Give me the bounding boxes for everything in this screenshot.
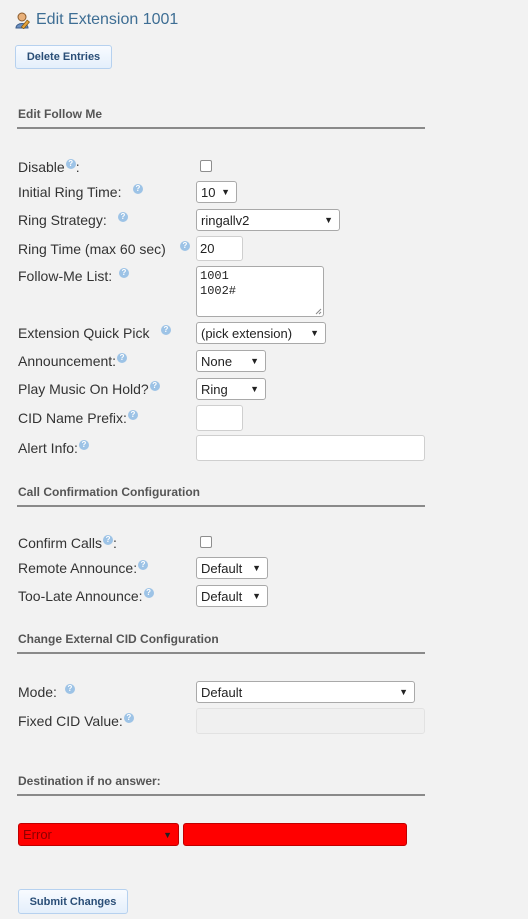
remote-announce-label: Remote Announce:? xyxy=(18,560,149,576)
delete-entries-button[interactable]: Delete Entries xyxy=(15,45,112,69)
too-late-announce-label: Too-Late Announce:? xyxy=(18,588,154,604)
page-title: Edit Extension 1001 xyxy=(36,11,179,28)
help-icon[interactable]: ? xyxy=(119,268,129,278)
help-icon[interactable]: ? xyxy=(161,325,171,335)
initial-ring-time-label: Initial Ring Time: xyxy=(18,184,122,200)
help-icon[interactable]: ? xyxy=(149,381,160,391)
dropdown-arrow-icon: ▼ xyxy=(221,187,230,197)
help-icon[interactable]: ? xyxy=(123,713,134,723)
fixed-cid-value-input[interactable] xyxy=(196,708,425,734)
fixed-cid-value-label: Fixed CID Value:? xyxy=(18,713,134,729)
help-icon[interactable]: ? xyxy=(65,159,76,169)
ring-strategy-select[interactable]: ringallv2 ▼ xyxy=(196,209,340,231)
section-divider xyxy=(17,505,425,507)
section-title-call-confirmation: Call Confirmation Configuration xyxy=(18,485,200,499)
submit-changes-button[interactable]: Submit Changes xyxy=(18,889,128,914)
section-divider xyxy=(17,794,425,796)
section-divider xyxy=(17,127,425,129)
help-icon[interactable]: ? xyxy=(138,560,149,570)
help-icon[interactable]: ? xyxy=(103,535,114,545)
follow-me-list-textarea[interactable]: 1001 1002# xyxy=(196,266,324,317)
dropdown-arrow-icon: ▼ xyxy=(399,687,408,697)
ring-time-label: Ring Time (max 60 sec) xyxy=(18,241,166,257)
music-on-hold-select[interactable]: Ring ▼ xyxy=(196,378,266,400)
alert-info-input[interactable] xyxy=(196,435,425,461)
dropdown-arrow-icon: ▼ xyxy=(310,328,319,338)
extension-quick-pick-select[interactable]: (pick extension) ▼ xyxy=(196,322,326,344)
disable-label: Disable?: xyxy=(18,159,80,175)
extension-quick-pick-label: Extension Quick Pick xyxy=(18,325,150,341)
help-icon[interactable]: ? xyxy=(133,184,143,194)
dropdown-arrow-icon: ▼ xyxy=(250,384,259,394)
help-icon[interactable]: ? xyxy=(127,410,138,420)
alert-info-label: Alert Info:? xyxy=(18,440,89,456)
too-late-announce-select[interactable]: Default ▼ xyxy=(196,585,268,607)
dropdown-arrow-icon: ▼ xyxy=(324,215,333,225)
section-title-destination: Destination if no answer: xyxy=(18,774,161,788)
help-icon[interactable]: ? xyxy=(78,440,89,450)
destination-type-select[interactable]: Error ▼ xyxy=(18,823,179,846)
cid-name-prefix-input[interactable] xyxy=(196,405,243,431)
confirm-calls-label: Confirm Calls?: xyxy=(18,535,117,551)
help-icon[interactable]: ? xyxy=(117,353,128,363)
music-on-hold-label: Play Music On Hold?? xyxy=(18,381,160,397)
dropdown-arrow-icon: ▼ xyxy=(252,591,261,601)
dropdown-arrow-icon: ▼ xyxy=(163,829,172,840)
mode-label: Mode: xyxy=(18,684,57,700)
announcement-label: Announcement:? xyxy=(18,353,128,369)
section-divider xyxy=(17,652,425,654)
follow-me-list-label: Follow-Me List: xyxy=(18,268,113,284)
ring-time-input[interactable]: 20 xyxy=(196,236,243,261)
user-edit-icon xyxy=(15,12,30,29)
initial-ring-time-select[interactable]: 10 ▼ xyxy=(196,181,237,203)
ring-strategy-label: Ring Strategy: xyxy=(18,212,107,228)
mode-select[interactable]: Default ▼ xyxy=(196,681,415,703)
dropdown-arrow-icon: ▼ xyxy=(252,563,261,573)
dropdown-arrow-icon: ▼ xyxy=(250,356,259,366)
confirm-calls-checkbox[interactable] xyxy=(200,536,212,548)
section-title-external-cid: Change External CID Configuration xyxy=(18,632,219,646)
disable-checkbox[interactable] xyxy=(200,160,212,172)
remote-announce-select[interactable]: Default ▼ xyxy=(196,557,268,579)
destination-value-select[interactable] xyxy=(183,823,407,846)
section-title-follow-me: Edit Follow Me xyxy=(18,107,102,121)
announcement-select[interactable]: None ▼ xyxy=(196,350,266,372)
resize-handle-icon[interactable] xyxy=(315,308,322,315)
help-icon[interactable]: ? xyxy=(180,241,190,251)
help-icon[interactable]: ? xyxy=(65,684,75,694)
help-icon[interactable]: ? xyxy=(118,212,128,222)
help-icon[interactable]: ? xyxy=(143,588,154,598)
cid-name-prefix-label: CID Name Prefix:? xyxy=(18,410,138,426)
